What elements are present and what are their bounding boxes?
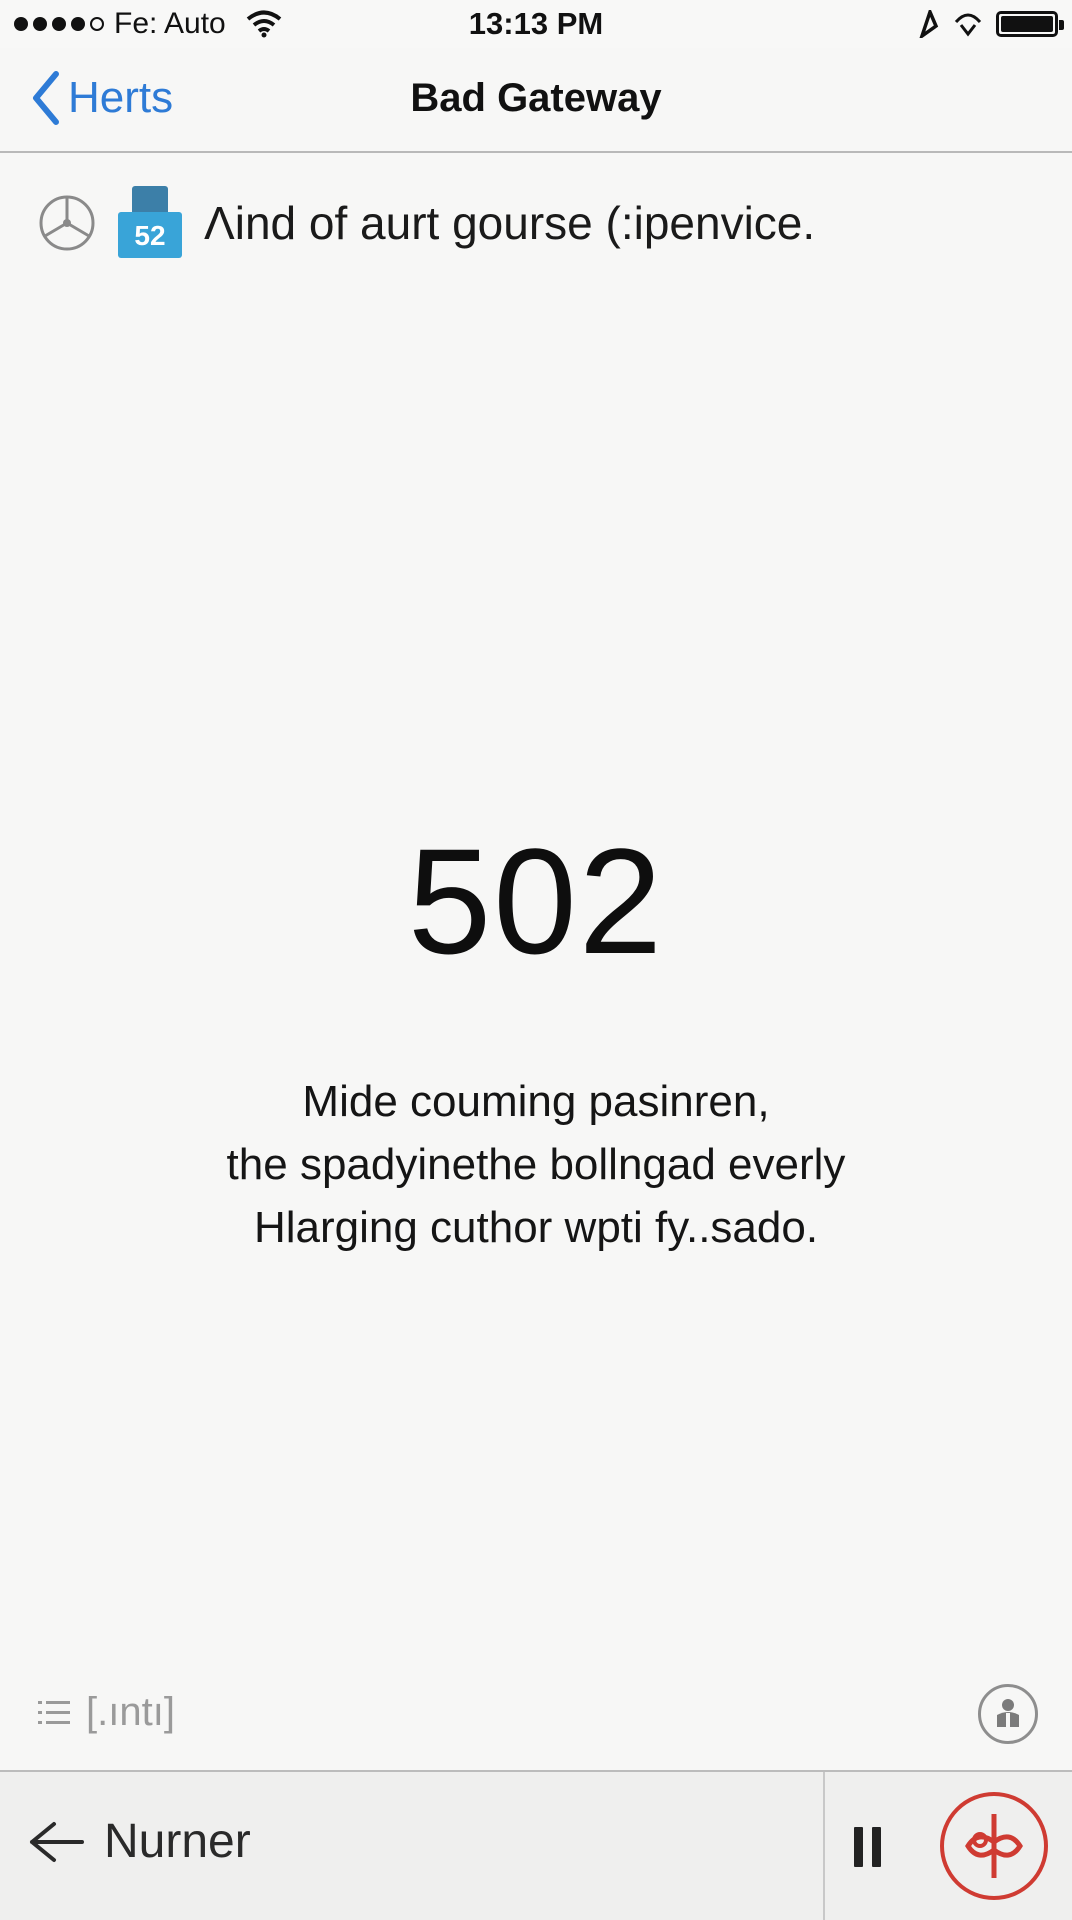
- status-left: Fe: Auto: [14, 7, 282, 41]
- info-text: Λind of aurt gourse (:ipenvice.: [204, 197, 816, 249]
- list-control[interactable]: [.ıntı]: [38, 1690, 175, 1735]
- message-line-1: Mide couming pasinren,: [302, 1077, 770, 1126]
- steering-wheel-icon: [39, 195, 95, 251]
- list-control-label: [.ıntı]: [86, 1690, 175, 1734]
- arrow-left-icon: [30, 1821, 84, 1862]
- error-code: 502: [407, 817, 665, 985]
- toolbar-back-button[interactable]: Nurner: [28, 1814, 251, 1869]
- wifi-icon: [246, 10, 282, 38]
- error-message: Mide couming pasinren, the spadyinethe b…: [80, 1070, 992, 1259]
- screen: Fe: Auto 13:13 PM Herts Bad Gateway 52 Λ…: [0, 0, 1072, 1920]
- status-right: [918, 10, 1064, 38]
- list-icon: [38, 1700, 70, 1724]
- location-icon: [919, 10, 939, 38]
- badge-52-icon: 52: [118, 186, 182, 260]
- page-title: Bad Gateway: [410, 76, 662, 120]
- red-action-button[interactable]: [940, 1792, 1048, 1900]
- status-bar: Fe: Auto 13:13 PM: [0, 0, 1072, 48]
- signal-dots-icon: [14, 17, 104, 31]
- pause-button[interactable]: [854, 1827, 884, 1867]
- pause-icon: [854, 1827, 863, 1867]
- hotspot-icon: [954, 13, 982, 37]
- info-row: 52 Λind of aurt gourse (:ipenvice.: [38, 183, 815, 263]
- message-line-3: Hlarging cuthor wpti fy..sado.: [253, 1203, 819, 1252]
- bottom-toolbar: Nurner: [0, 1770, 1072, 1920]
- help-person-icon: [997, 1699, 1019, 1727]
- help-button[interactable]: [978, 1684, 1038, 1744]
- navigation-bar: Herts Bad Gateway: [0, 48, 1072, 153]
- message-line-2: the spadyinethe bollngad everly: [226, 1140, 846, 1189]
- toolbar-divider: [823, 1772, 825, 1920]
- red-action-icon: [965, 1814, 1023, 1878]
- battery-icon: [996, 11, 1064, 37]
- carrier-label: Fe: Auto: [114, 7, 226, 40]
- toolbar-nav-label: Nurner: [104, 1815, 251, 1868]
- badge-number: 52: [118, 212, 182, 258]
